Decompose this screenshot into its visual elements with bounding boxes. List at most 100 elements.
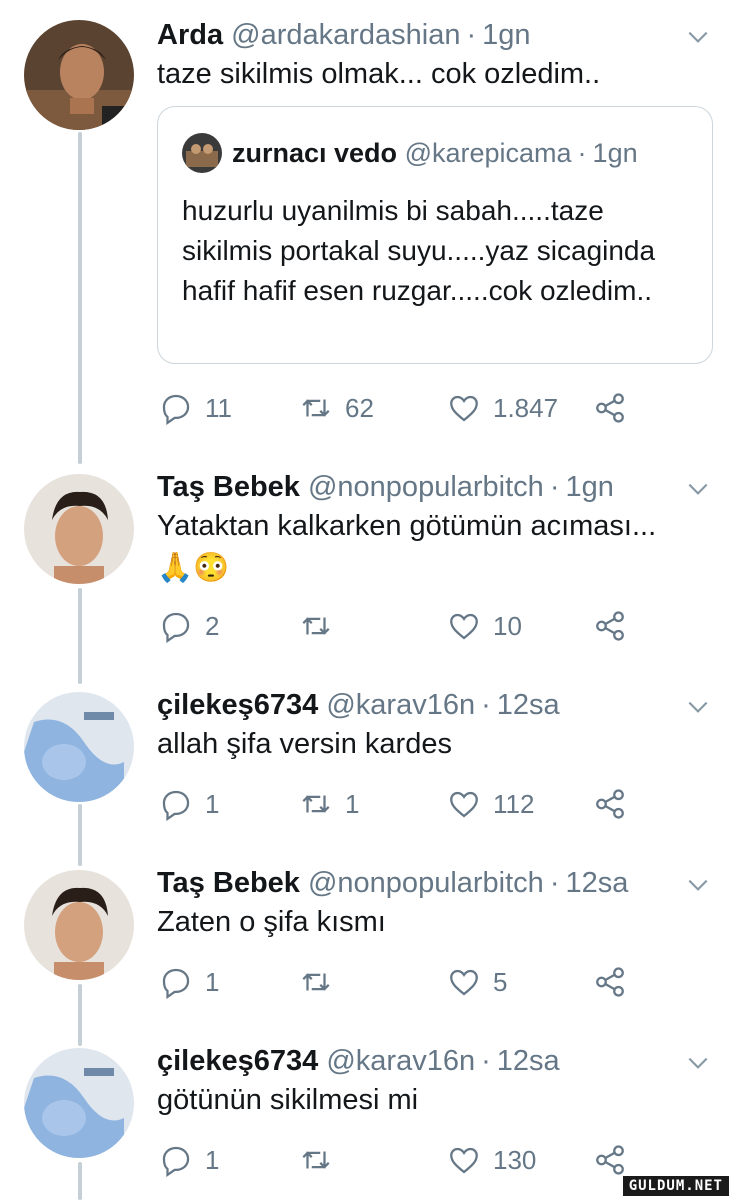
tweet-emoji: 🙏😳 bbox=[157, 552, 230, 584]
tweet-text: allah şifa versin kardes bbox=[157, 728, 452, 760]
separator-dot: · bbox=[549, 471, 560, 503]
reply-button[interactable]: 2 bbox=[159, 606, 219, 646]
author-name[interactable]: Taş Bebek bbox=[157, 471, 300, 503]
author-name[interactable]: Arda bbox=[157, 19, 223, 51]
tweet-text: Zaten o şifa kısmı bbox=[157, 906, 386, 938]
tweet-text: taze sikilmis olmak... cok ozledim.. bbox=[157, 58, 601, 90]
reply-count: 11 bbox=[205, 392, 232, 423]
reply-button[interactable]: 1 bbox=[159, 1140, 219, 1180]
author-handle[interactable]: @nonpopularbitch bbox=[308, 471, 544, 503]
quoted-tweet[interactable]: zurnacı vedo @karepicama · 1gn huzurlu uya… bbox=[157, 106, 713, 364]
reply-icon bbox=[162, 612, 190, 643]
reply-icon bbox=[162, 968, 190, 999]
tweet[interactable]: Arda @ardakardashian · 1gn taze sikilmis o… bbox=[0, 0, 739, 460]
avatar[interactable] bbox=[24, 692, 134, 802]
retweet-button[interactable]: 62 bbox=[299, 388, 374, 428]
heart-icon bbox=[450, 969, 478, 996]
share-icon bbox=[596, 393, 624, 423]
author-handle[interactable]: @karav16n bbox=[326, 689, 475, 721]
quote-author-name: zurnacı vedo bbox=[232, 137, 398, 168]
share-icon bbox=[596, 1145, 624, 1175]
like-button[interactable]: 10 bbox=[447, 606, 522, 646]
author-handle[interactable]: @ardakardashian bbox=[231, 19, 460, 51]
quote-timestamp: 1gn bbox=[592, 137, 638, 168]
heart-icon bbox=[450, 791, 478, 818]
chevron-down-icon[interactable] bbox=[685, 476, 711, 502]
heart-icon bbox=[450, 613, 478, 640]
separator-dot: · bbox=[549, 867, 560, 899]
author-handle[interactable]: @nonpopularbitch bbox=[308, 867, 544, 899]
reply-count: 2 bbox=[205, 610, 220, 641]
quote-author-handle: @karepicama bbox=[404, 137, 572, 168]
retweet-count: 1 bbox=[345, 788, 360, 819]
author-handle[interactable]: @karav16n bbox=[326, 1045, 475, 1077]
timestamp[interactable]: 12sa bbox=[497, 1045, 560, 1077]
chevron-down-icon[interactable] bbox=[685, 694, 711, 720]
quote-text: huzurlu uyanilmis bi sabah.....taze siki… bbox=[182, 195, 656, 306]
reply-button[interactable]: 11 bbox=[159, 388, 232, 428]
heart-icon bbox=[450, 1147, 478, 1174]
reply-icon bbox=[162, 394, 190, 425]
retweet-icon bbox=[302, 973, 330, 991]
share-button[interactable] bbox=[593, 962, 627, 1002]
tweet[interactable]: Taş Bebek @nonpopularbitch · 1gn Yataktan … bbox=[0, 460, 739, 680]
reply-button[interactable]: 1 bbox=[159, 784, 219, 824]
separator-dot: · bbox=[466, 19, 477, 51]
retweet-icon bbox=[302, 617, 330, 635]
share-button[interactable] bbox=[593, 606, 627, 646]
timestamp[interactable]: 12sa bbox=[565, 867, 628, 899]
retweet-icon bbox=[302, 1151, 330, 1169]
retweet-button[interactable] bbox=[299, 962, 345, 1002]
reply-count: 1 bbox=[205, 1144, 220, 1175]
chevron-down-icon[interactable] bbox=[685, 1050, 711, 1076]
avatar[interactable] bbox=[24, 870, 134, 980]
retweet-count: 62 bbox=[345, 392, 374, 423]
reply-icon bbox=[162, 1146, 190, 1177]
share-icon bbox=[596, 789, 624, 819]
retweet-button[interactable]: 1 bbox=[299, 784, 359, 824]
tweet-text: Yataktan kalkarken götümün acıması... bbox=[157, 510, 657, 542]
separator-dot: · bbox=[481, 689, 491, 721]
like-count: 10 bbox=[493, 610, 522, 641]
chevron-down-icon[interactable] bbox=[685, 872, 711, 898]
tweet[interactable]: Taş Bebek @nonpopularbitch · 12sa Zaten o … bbox=[0, 860, 739, 1040]
chevron-down-icon[interactable] bbox=[685, 24, 711, 50]
reply-count: 1 bbox=[205, 788, 220, 819]
like-button[interactable]: 1.847 bbox=[447, 388, 558, 428]
separator-dot: · bbox=[481, 1045, 491, 1077]
reply-count: 1 bbox=[205, 966, 220, 997]
like-count: 5 bbox=[493, 966, 508, 997]
avatar[interactable] bbox=[24, 1048, 134, 1158]
like-count: 1.847 bbox=[493, 392, 559, 423]
like-button[interactable]: 112 bbox=[447, 784, 534, 824]
share-button[interactable] bbox=[593, 1140, 627, 1180]
separator-dot: · bbox=[577, 137, 587, 168]
share-icon bbox=[596, 611, 624, 641]
like-button[interactable]: 130 bbox=[447, 1140, 536, 1180]
timestamp[interactable]: 12sa bbox=[497, 689, 560, 721]
watermark-logo: GULDUM.NET bbox=[622, 1176, 729, 1196]
author-name[interactable]: çilekeş6734 bbox=[157, 689, 318, 721]
avatar[interactable] bbox=[24, 20, 134, 130]
author-name[interactable]: Taş Bebek bbox=[157, 867, 300, 899]
like-count: 130 bbox=[493, 1144, 537, 1175]
timestamp[interactable]: 1gn bbox=[565, 471, 613, 503]
author-name[interactable]: çilekeş6734 bbox=[157, 1045, 318, 1077]
heart-icon bbox=[450, 395, 478, 422]
tweet[interactable]: çilekeş6734 @karav16n · 12sa allah şifa ve… bbox=[0, 680, 739, 860]
reply-icon bbox=[162, 790, 190, 821]
timestamp[interactable]: 1gn bbox=[482, 19, 530, 51]
share-button[interactable] bbox=[593, 388, 627, 428]
retweet-icon bbox=[302, 399, 330, 417]
reply-button[interactable]: 1 bbox=[159, 962, 219, 1002]
avatar[interactable] bbox=[24, 474, 134, 584]
retweet-icon bbox=[302, 795, 330, 813]
like-count: 112 bbox=[493, 788, 535, 819]
quote-avatar bbox=[182, 133, 222, 173]
retweet-button[interactable] bbox=[299, 1140, 345, 1180]
like-button[interactable]: 5 bbox=[447, 962, 507, 1002]
share-button[interactable] bbox=[593, 784, 627, 824]
tweet-text: götünün sikilmesi mi bbox=[157, 1084, 419, 1116]
share-icon bbox=[596, 967, 624, 997]
retweet-button[interactable] bbox=[299, 606, 345, 646]
